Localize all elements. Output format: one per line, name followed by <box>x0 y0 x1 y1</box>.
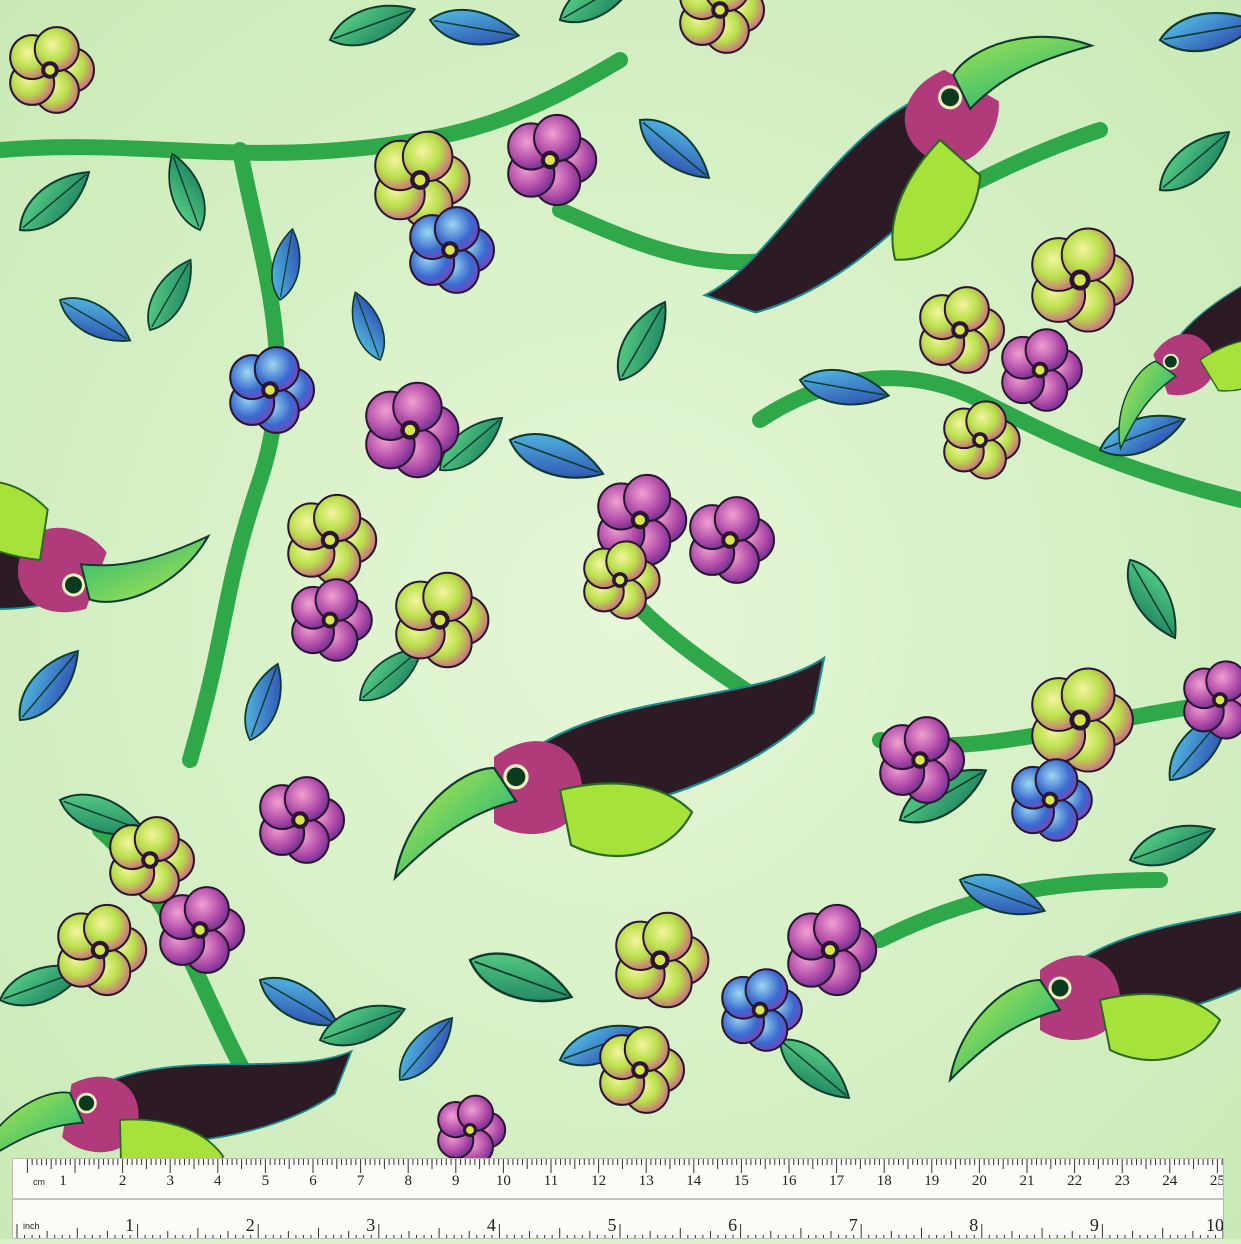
cm-label: 24 <box>1162 1173 1178 1189</box>
cm-label: 3 <box>166 1173 174 1189</box>
inch-label: 5 <box>607 1215 617 1235</box>
cm-label: 13 <box>638 1173 654 1189</box>
cm-label: 7 <box>356 1173 365 1189</box>
inch-label: 8 <box>969 1215 979 1235</box>
cm-label: 16 <box>781 1173 797 1189</box>
fabric-print <box>0 0 1241 1239</box>
fabric-pattern-art <box>0 0 1241 1239</box>
cm-label: 10 <box>495 1173 511 1189</box>
inch-label: 10 <box>1206 1215 1224 1235</box>
cm-label: 21 <box>1019 1173 1035 1189</box>
cm-label: 18 <box>876 1173 892 1189</box>
flower <box>1183 660 1241 740</box>
cm-label: 5 <box>261 1173 270 1189</box>
inch-label: 3 <box>366 1215 376 1235</box>
cm-label: 25 <box>1209 1173 1224 1189</box>
cm-label: 6 <box>309 1173 317 1189</box>
cm-label: 19 <box>924 1173 940 1189</box>
cm-label: 1 <box>59 1173 67 1189</box>
cm-label: 11 <box>543 1173 559 1189</box>
measuring-ruler: cm inch 1 2 3 4 5 6 7 8 9 10 11 12 13 14 15 16 17 18 19 20 2… <box>12 1158 1224 1239</box>
cm-label: 8 <box>404 1173 412 1189</box>
ruler-ticks <box>13 1159 1223 1238</box>
cm-label: 17 <box>829 1173 845 1189</box>
cm-label: 14 <box>686 1173 702 1189</box>
cm-label: 2 <box>118 1173 127 1189</box>
cm-label: 15 <box>733 1173 749 1189</box>
inch-label: 2 <box>245 1215 255 1235</box>
inch-label: 4 <box>486 1215 496 1235</box>
cm-label: 12 <box>591 1173 607 1189</box>
cm-label: 4 <box>214 1173 222 1189</box>
inch-label: 1 <box>125 1215 135 1235</box>
cm-label: 23 <box>1114 1173 1130 1189</box>
inch-label: 9 <box>1089 1215 1099 1235</box>
inch-unit-label: inch <box>23 1221 40 1231</box>
cm-label: 20 <box>971 1173 987 1189</box>
inch-label: 6 <box>728 1215 738 1235</box>
cm-unit-label: cm <box>33 1177 45 1187</box>
cm-label: 9 <box>452 1173 460 1189</box>
cm-label: 22 <box>1067 1173 1083 1189</box>
inch-label: 7 <box>848 1215 858 1235</box>
